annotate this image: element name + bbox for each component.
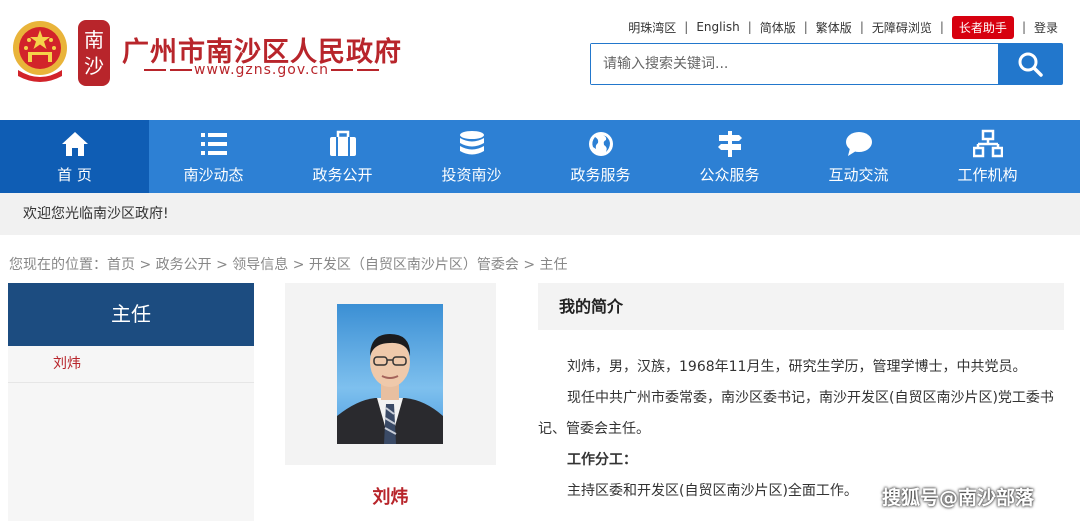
sohu-watermark: 搜狐号@南沙部落	[882, 487, 1035, 509]
nav-interaction[interactable]: 互动交流	[794, 120, 923, 193]
profile-photo-frame	[285, 283, 496, 465]
briefcase-icon	[329, 130, 356, 156]
home-icon	[61, 131, 88, 156]
national-emblem-icon	[13, 21, 67, 82]
sidebar-title: 主任	[8, 283, 254, 346]
site-header: 南 沙 广州市南沙区人民政府 www.gzns.gov.cn 明珠湾区 | Eng…	[0, 0, 1080, 120]
nav-home[interactable]: 首 页	[0, 120, 149, 193]
nav-gov-services[interactable]: 政务服务	[536, 120, 665, 193]
search-bar	[590, 43, 1063, 85]
search-button[interactable]	[998, 44, 1062, 84]
coins-icon	[459, 130, 484, 154]
main-nav: 首 页 南沙动态 政务公开 投资南沙 政务服务 公众服务 互动交流 工作机构	[0, 120, 1080, 193]
duty-title: 工作分工：	[567, 452, 637, 468]
intro-paragraph-position: 现任中共广州市委常委，南沙区委书记，南沙开发区(自贸区南沙片区)党工委书记、管委…	[538, 390, 1054, 437]
link-english[interactable]: English	[688, 20, 747, 34]
nav-invest-nansha[interactable]: 投资南沙	[407, 120, 536, 193]
search-input[interactable]	[591, 44, 998, 84]
link-simplified[interactable]: 简体版	[752, 19, 804, 36]
nav-gov-affairs-open[interactable]: 政务公开	[278, 120, 407, 193]
sidebar-item-liu-wei[interactable]: 刘炜	[8, 346, 254, 383]
sidebar: 主任 刘炜	[8, 283, 254, 521]
list-icon	[200, 132, 227, 155]
intro-title: 我的简介	[538, 283, 1064, 330]
link-accessibility[interactable]: 无障碍浏览	[864, 19, 940, 36]
link-mingzhu-bay[interactable]: 明珠湾区	[620, 19, 684, 36]
welcome-banner: 欢迎您光临南沙区政府!	[0, 193, 1080, 235]
top-links: 明珠湾区 | English | 简体版 | 繁体版 | 无障碍浏览 | 长者助手 | 登录	[620, 15, 1066, 39]
link-traditional[interactable]: 繁体版	[808, 19, 860, 36]
elder-assistant-button[interactable]: 长者助手	[951, 15, 1014, 39]
profile-photo	[337, 304, 443, 444]
nav-nansha-news[interactable]: 南沙动态	[149, 120, 278, 193]
breadcrumb: 您现在的位置：首页 > 政务公开 > 领导信息 > 开发区（自贸区南沙片区）管委…	[9, 257, 568, 273]
intro-paragraph-basic: 刘炜，男，汉族，1968年11月生，研究生学历，管理学博士，中共党员。	[567, 359, 1027, 375]
profile-name: 刘炜	[372, 487, 409, 508]
nav-public-services[interactable]: 公众服务	[665, 120, 794, 193]
org-chart-icon	[972, 129, 1003, 157]
login-link[interactable]: 登录	[1026, 19, 1066, 36]
signpost-icon	[717, 130, 742, 157]
site-url: www.gzns.gov.cn	[142, 62, 381, 78]
site-seal-logo: 南 沙	[78, 20, 110, 86]
chat-icon	[845, 131, 872, 156]
globe-icon	[588, 131, 613, 156]
nav-work-agencies[interactable]: 工作机构	[923, 120, 1052, 193]
search-icon	[1018, 52, 1043, 77]
